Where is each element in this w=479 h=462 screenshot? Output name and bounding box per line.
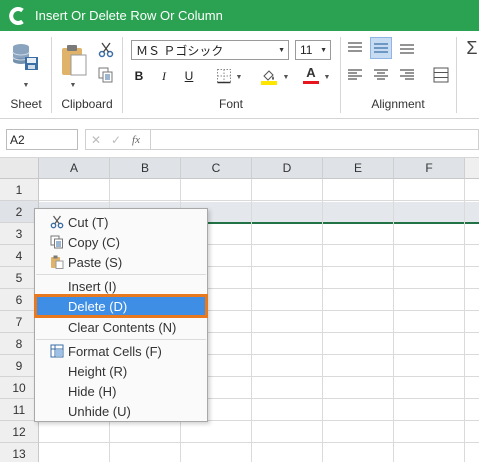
grid-line [393,179,394,462]
grid-line [39,442,479,443]
menu-item-label: Cut (T) [68,214,109,230]
chevron-down-icon[interactable]: ▼ [323,73,331,81]
border-icon[interactable] [213,65,235,87]
align-bottom-icon[interactable] [396,37,418,59]
function-icon[interactable]: fx [126,130,146,149]
context-menu: Cut (T) Copy (C) Paste (S) Insert (I) De… [34,208,208,422]
column-header-a[interactable]: A [39,158,110,179]
align-center-icon[interactable] [370,64,392,86]
menu-item-cut[interactable]: Cut (T) [36,212,206,232]
chevron-down-icon[interactable]: ▼ [21,81,31,89]
divider [122,37,123,113]
row-header[interactable]: 1 [0,179,39,201]
menu-item-hide[interactable]: Hide (H) [36,381,206,401]
group-label-sheet: Sheet [10,97,42,111]
copy-icon[interactable] [95,64,117,86]
font-name-select[interactable]: ＭＳ Ｐゴシック ▼ [131,40,289,60]
underline-button[interactable]: U [178,65,200,87]
font-name-value: ＭＳ Ｐゴシック [136,43,224,58]
fill-color-icon[interactable] [258,65,280,87]
copy-icon [49,235,64,249]
paste-icon[interactable] [58,41,90,81]
app-logo-icon [6,5,28,27]
font-color-icon[interactable]: A [300,64,322,86]
menu-item-label: Hide (H) [68,383,117,399]
name-box[interactable]: A2 [6,129,78,150]
menu-item-label: Clear Contents (N) [68,319,177,335]
grid-line [464,179,465,462]
menu-item-label: Paste (S) [68,254,123,270]
align-left-icon[interactable] [344,64,366,86]
column-header-b[interactable]: B [110,158,181,179]
menu-item-label: Height (R) [68,363,128,379]
title-bar: Insert Or Delete Row Or Column [0,0,479,31]
select-all-corner[interactable] [0,158,39,179]
paste-icon [49,255,64,269]
group-label-clipboard: Clipboard [61,97,113,111]
menu-item-format-cells[interactable]: Format Cells (F) [36,341,206,361]
column-header-f[interactable]: F [394,158,465,179]
menu-item-label: Format Cells (F) [68,343,162,359]
column-header-d[interactable]: D [252,158,323,179]
formula-input[interactable] [151,129,479,150]
divider [456,37,457,113]
grid-line [39,200,479,201]
ribbon: ▼ Sheet ▼ Clipboard ＭＳ Ｐゴシック ▼ 11 ▼ B I … [0,31,479,119]
menu-item-clear-contents[interactable]: Clear Contents (N) [36,317,206,337]
align-top-icon[interactable] [344,37,366,59]
menu-item-unhide[interactable]: Unhide (U) [36,401,206,421]
column-header-c[interactable]: C [181,158,252,179]
align-middle-icon[interactable] [370,37,392,59]
row-header[interactable]: 12 [0,421,39,443]
align-right-icon[interactable] [396,64,418,86]
font-size-select[interactable]: 11 ▼ [295,40,331,60]
merge-cells-icon[interactable] [430,64,452,86]
column-header-g[interactable] [465,158,479,179]
divider [340,37,341,113]
italic-button[interactable]: I [153,65,175,87]
format-cells-icon [49,344,64,358]
cancel-icon[interactable]: ✕ [86,130,106,149]
grid-line [251,179,252,462]
column-header-e[interactable]: E [323,158,394,179]
row-header[interactable]: 13 [0,443,39,462]
formula-bar: A2 ✕ ✓ fx [0,120,479,158]
menu-item-paste[interactable]: Paste (S) [36,252,206,272]
formula-buttons: ✕ ✓ fx [85,129,151,150]
window-title: Insert Or Delete Row Or Column [35,8,223,23]
grid-line [322,179,323,462]
menu-item-label: Insert (I) [68,278,117,294]
bold-button[interactable]: B [128,65,150,87]
chevron-down-icon: ▼ [320,46,327,54]
sum-icon[interactable]: Σ [463,37,479,59]
chevron-down-icon: ▼ [278,46,285,54]
menu-item-height[interactable]: Height (R) [36,361,206,381]
group-label-alignment: Alignment [371,97,425,111]
menu-divider [36,274,206,275]
scissors-icon [49,215,64,229]
menu-item-copy[interactable]: Copy (C) [36,232,206,252]
menu-item-delete[interactable]: Delete (D) [34,294,208,318]
font-size-value: 11 [300,43,313,57]
cut-icon[interactable] [95,39,117,61]
divider [51,37,52,113]
menu-divider [36,339,206,340]
chevron-down-icon[interactable]: ▼ [235,73,243,81]
chevron-down-icon[interactable]: ▼ [282,73,290,81]
sheet-database-icon[interactable] [9,39,43,81]
confirm-icon[interactable]: ✓ [106,130,126,149]
group-label-font: Font [218,97,243,111]
font-color-letter: A [306,65,316,80]
menu-item-label: Delete (D) [68,298,128,314]
menu-item-label: Unhide (U) [68,403,131,419]
menu-item-insert[interactable]: Insert (I) [36,276,206,296]
menu-item-label: Copy (C) [68,234,121,250]
chevron-down-icon[interactable]: ▼ [68,81,78,89]
